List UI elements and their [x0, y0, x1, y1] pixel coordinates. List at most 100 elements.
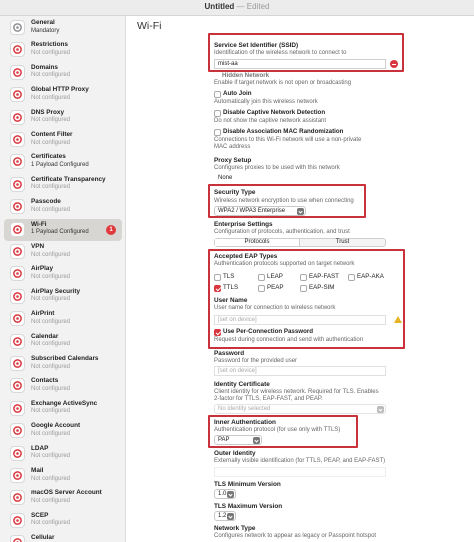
captive-network-desc: Do not show the captive network assistan…	[214, 118, 327, 124]
sidebar-item-google-account[interactable]: Google Account Not configured	[4, 420, 122, 442]
ldap-icon	[10, 445, 25, 461]
mail-icon	[10, 468, 25, 483]
tls-max-select[interactable]: 1.2	[214, 511, 236, 521]
sidebar-item-status: 1 Payload Configured	[31, 161, 89, 168]
sidebar-item-status: Not configured	[31, 184, 71, 191]
sidebar-item-status: Not configured	[31, 341, 71, 348]
mac-randomization-desc-1: Connections to this Wi-Fi network will u…	[214, 137, 362, 143]
sidebar-item-general[interactable]: General Mandatory	[4, 17, 122, 39]
mac-randomization-desc-2: MAC address	[214, 144, 251, 150]
chevron-updown-icon	[227, 491, 234, 498]
sidebar-item-label: SCEP	[31, 511, 49, 519]
sidebar-item-scep[interactable]: SCEP Not configured	[4, 510, 122, 532]
main-panel: Wi-Fi Service Set Identifier (SSID) Iden…	[127, 16, 474, 542]
highlight-eap	[208, 249, 405, 349]
airplay-icon	[10, 266, 25, 282]
enterprise-tabs[interactable]: Protocols Trust	[214, 238, 386, 247]
outer-identity-input[interactable]	[214, 467, 386, 477]
sidebar-item-passcode[interactable]: Passcode Not configured	[4, 196, 122, 218]
sidebar-item-status: Not configured	[31, 363, 71, 370]
sidebar-item-contacts[interactable]: Contacts Not configured	[4, 375, 122, 397]
window-title: Untitled — Edited	[204, 2, 270, 11]
tab-protocols[interactable]: Protocols	[215, 239, 300, 246]
sidebar-item-mail[interactable]: Mail Not configured	[4, 465, 122, 487]
sidebar-item-label: Calendar	[31, 332, 59, 340]
certificate-transparency-icon	[10, 176, 25, 192]
tls-min-value: 1.0	[218, 491, 227, 497]
tab-trust[interactable]: Trust	[300, 239, 385, 246]
enterprise-desc: Configuration of protocols, authenticati…	[214, 229, 350, 235]
sidebar-item-status: Not configured	[31, 72, 71, 79]
sidebar-item-subscribed-calendars[interactable]: Subscribed Calendars Not configured	[4, 353, 122, 375]
sidebar-item-calendar[interactable]: Calendar Not configured	[4, 331, 122, 353]
page-title: Wi-Fi	[137, 20, 162, 32]
tls-max-title: TLS Maximum Version	[214, 503, 283, 510]
password-input[interactable]: [set on device]	[214, 366, 386, 376]
sidebar-item-vpn[interactable]: VPN Not configured	[4, 241, 122, 263]
sidebar-item-status: Not configured	[31, 206, 71, 213]
sidebar-item-label: Google Account	[31, 422, 81, 430]
sidebar-item-label: AirPlay Security	[31, 287, 81, 295]
sidebar-item-label: Mail	[31, 467, 44, 474]
mac-randomization-checkbox[interactable]	[214, 129, 221, 136]
captive-network-label: Disable Captive Network Detection	[223, 109, 326, 116]
tls-min-select[interactable]: 1.0	[214, 489, 236, 499]
sidebar-item-macos-server-account[interactable]: macOS Server Account Not configured	[4, 487, 122, 509]
network-type-desc: Configures network to appear as legacy o…	[214, 533, 377, 539]
auto-join-checkbox[interactable]	[214, 91, 221, 98]
contacts-icon	[10, 378, 25, 394]
sidebar-item-label: Domains	[31, 63, 58, 71]
tls-max-value: 1.2	[218, 513, 227, 519]
scep-icon	[10, 512, 25, 528]
sidebar-item-content-filter[interactable]: Content Filter Not configured	[4, 129, 122, 151]
captive-network-checkbox[interactable]	[214, 110, 221, 117]
sidebar-item-label: Cellular	[31, 534, 55, 542]
sidebar-item-status: Not configured	[31, 408, 71, 415]
chevron-updown-icon	[227, 513, 234, 520]
sidebar-item-certificates[interactable]: Certificates 1 Payload Configured	[4, 151, 122, 173]
sidebar-item-status: Not configured	[31, 273, 71, 280]
sidebar-item-status: Mandatory	[31, 27, 60, 34]
hidden-network-desc: Enable if target network is not open or …	[214, 80, 352, 86]
sidebar-item-airprint[interactable]: AirPrint Not configured	[4, 308, 122, 330]
sidebar-item-status: Not configured	[31, 94, 71, 101]
gear-icon	[10, 20, 25, 35]
sidebar-item-airplay[interactable]: AirPlay Not configured	[4, 263, 122, 285]
sidebar-item-status: Not configured	[31, 520, 71, 527]
proxy-title: Proxy Setup	[214, 157, 252, 164]
airplay-security-icon	[10, 288, 25, 304]
password-title: Password	[214, 350, 245, 357]
sidebar-item-airplay-security[interactable]: AirPlay Security Not configured	[4, 286, 122, 308]
sidebar-item-status: Not configured	[31, 117, 71, 124]
document-title: Untitled	[204, 2, 235, 11]
sidebar-item-label: VPN	[31, 243, 45, 250]
password-desc: Password for the provided user	[214, 358, 298, 364]
sidebar-item-certificate-transparency[interactable]: Certificate Transparency Not configured	[4, 174, 122, 196]
mac-randomization-label: Disable Association MAC Randomization	[223, 128, 344, 135]
sidebar-item-label: Contacts	[31, 377, 59, 385]
sidebar-item-label: DNS Proxy	[31, 108, 65, 116]
server-icon	[10, 490, 25, 506]
wifi-icon	[10, 221, 25, 237]
hidden-network-label: Hidden Network	[222, 72, 270, 79]
sidebar-item-wi-fi[interactable]: Wi-Fi 1 Payload Configured 1	[4, 218, 122, 241]
title-bar: Untitled — Edited	[0, 0, 474, 16]
identity-certificate-desc-1: Client identity for wireless network. Re…	[214, 389, 379, 395]
sidebar-item-cellular[interactable]: Cellular	[4, 532, 122, 542]
payload-sidebar[interactable]: General Mandatory Restrictions Not configur…	[0, 16, 126, 542]
certificate-icon	[10, 154, 25, 170]
sidebar-item-status: Not configured	[31, 385, 71, 392]
passcode-icon	[10, 199, 25, 215]
sidebar-item-global-http-proxy[interactable]: Global HTTP Proxy Not configured	[4, 84, 122, 106]
highlight-security	[208, 184, 366, 218]
sidebar-item-domains[interactable]: Domains Not configured	[4, 62, 122, 84]
proxy-select[interactable]: None	[214, 173, 274, 183]
network-type-title: Network Type	[214, 525, 256, 532]
sidebar-item-restrictions[interactable]: Restrictions Not configured	[4, 39, 122, 61]
identity-certificate-select[interactable]: No identity selected	[214, 404, 386, 414]
sidebar-item-label: General	[31, 19, 55, 26]
sidebar-item-ldap[interactable]: LDAP Not configured	[4, 443, 122, 465]
sidebar-item-status: Not configured	[31, 49, 71, 56]
sidebar-item-exchange-activesync[interactable]: Exchange ActiveSync Not configured	[4, 398, 122, 420]
sidebar-item-dns-proxy[interactable]: DNS Proxy Not configured	[4, 107, 122, 129]
